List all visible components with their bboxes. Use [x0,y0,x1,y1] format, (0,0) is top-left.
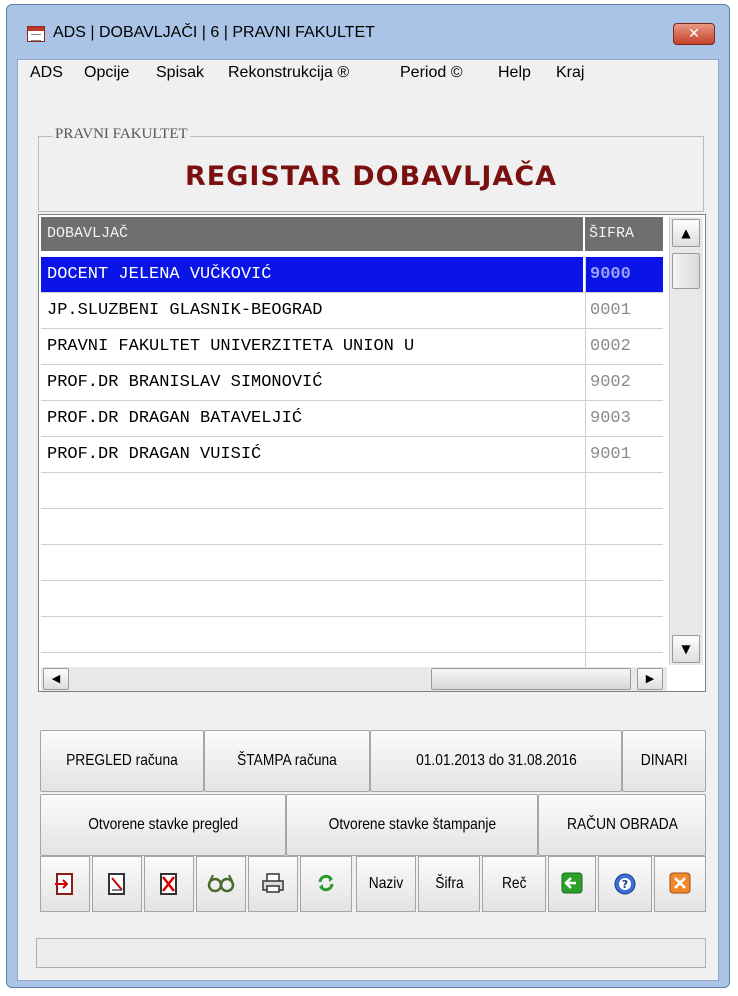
status-bar [36,938,706,968]
open-items-print-button[interactable]: Otvorene stavke štampanje [286,794,538,856]
help-button[interactable]: ? [598,856,652,912]
invoice-review-button[interactable]: PREGLED računa [40,730,204,792]
empty-row [41,653,663,667]
svg-text:?: ? [622,878,628,891]
edit-icon [108,873,125,895]
page-title: REGISTAR DOBAVLJAČA [184,161,558,192]
scroll-down-icon[interactable]: ▼ [672,635,700,663]
supplier-code: 9002 [585,365,663,400]
exit-button[interactable] [654,856,706,912]
menu-spisak[interactable]: Spisak [156,64,204,82]
horizontal-scrollbar[interactable]: ◀ ▶ [41,667,667,691]
column-header-code[interactable]: ŠIFRA [585,217,663,251]
back-button[interactable] [548,856,596,912]
supplier-code: 9003 [585,401,663,436]
supplier-name: JP.SLUZBENI GLASNIK-BEOGRAD [47,301,323,320]
supplier-name: PROF.DR DRAGAN VUISIĆ [47,445,262,464]
window-title: ADS | DOBAVLJAČI | 6 | PRAVNI FAKULTET [53,24,375,41]
scroll-right-icon[interactable]: ▶ [637,668,663,690]
print-icon [262,873,284,893]
horizontal-scroll-thumb[interactable] [431,668,631,690]
menu-ads[interactable]: ADS [30,64,63,82]
table-row[interactable]: PROF.DR DRAGAN BATAVELJIĆ 9003 [41,401,663,437]
menu-kraj[interactable]: Kraj [556,64,584,82]
back-arrow-icon [561,872,583,894]
view-button[interactable] [196,856,246,912]
scroll-left-icon[interactable]: ◀ [43,668,69,690]
supplier-name: PRAVNI FAKULTET UNIVERZITETA UNION U [47,337,415,356]
exit-icon [669,872,691,894]
currency-button[interactable]: DINARI [622,730,706,792]
menu-opcije[interactable]: Opcije [84,64,129,82]
app-icon [27,26,45,42]
menu-help[interactable]: Help [498,64,531,82]
supplier-name: DOCENT JELENA VUČKOVIĆ [41,257,583,292]
suppliers-grid: DOBAVLJAČ ŠIFRA DOCENT JELENA VUČKOVIĆ 9… [38,214,706,692]
supplier-code: 9001 [585,437,663,472]
open-items-review-button[interactable]: Otvorene stavke pregled [40,794,286,856]
print-button[interactable] [248,856,298,912]
invoice-processing-button[interactable]: RAČUN OBRADA [538,794,706,856]
empty-row [41,581,663,617]
empty-row [41,617,663,653]
menu-rekonstrukcija[interactable]: Rekonstrukcija ® [228,64,349,82]
scroll-up-icon[interactable]: ▲ [672,219,700,247]
sort-by-name-button[interactable]: Naziv [356,856,416,912]
empty-row [41,473,663,509]
table-row[interactable]: PRAVNI FAKULTET UNIVERZITETA UNION U 000… [41,329,663,365]
search-word-button[interactable]: Reč [482,856,546,912]
period-button[interactable]: 01.01.2013 do 31.08.2016 [370,730,622,792]
institution-group: PRAVNI FAKULTET REGISTAR DOBAVLJAČA [38,126,704,212]
empty-row [41,545,663,581]
supplier-name: PROF.DR DRAGAN BATAVELJIĆ [47,409,303,428]
invoice-print-button[interactable]: ŠTAMPA računa [204,730,370,792]
table-row[interactable]: PROF.DR DRAGAN VUISIĆ 9001 [41,437,663,473]
menu-bar: ADS Opcije Spisak Rekonstrukcija ® Perio… [18,60,718,86]
table-row[interactable]: JP.SLUZBENI GLASNIK-BEOGRAD 0001 [41,293,663,329]
import-icon [55,873,73,895]
table-row[interactable]: DOCENT JELENA VUČKOVIĆ 9000 [41,257,663,293]
view-glasses-icon [207,874,235,893]
import-button[interactable] [40,856,90,912]
supplier-name: PROF.DR BRANISLAV SIMONOVIĆ [47,373,323,392]
supplier-code: 0001 [585,293,663,328]
supplier-code: 0002 [585,329,663,364]
sort-by-code-button[interactable]: Šifra [418,856,480,912]
refresh-icon [318,874,334,892]
refresh-button[interactable] [300,856,352,912]
supplier-code: 9000 [585,257,663,292]
help-icon: ? [614,873,636,895]
delete-icon [160,873,177,895]
empty-row [41,509,663,545]
column-header-supplier[interactable]: DOBAVLJAČ [41,217,583,251]
menu-period[interactable]: Period © [400,64,462,82]
close-window-button[interactable]: ✕ [673,23,715,45]
delete-button[interactable] [144,856,194,912]
vertical-scroll-thumb[interactable] [672,253,700,289]
table-row[interactable]: PROF.DR BRANISLAV SIMONOVIĆ 9002 [41,365,663,401]
vertical-scrollbar[interactable]: ▲ ▼ [669,217,703,665]
institution-legend: PRAVNI FAKULTET [53,126,190,143]
title-bar[interactable]: ADS | DOBAVLJAČI | 6 | PRAVNI FAKULTET ✕ [7,5,729,59]
edit-button[interactable] [92,856,142,912]
